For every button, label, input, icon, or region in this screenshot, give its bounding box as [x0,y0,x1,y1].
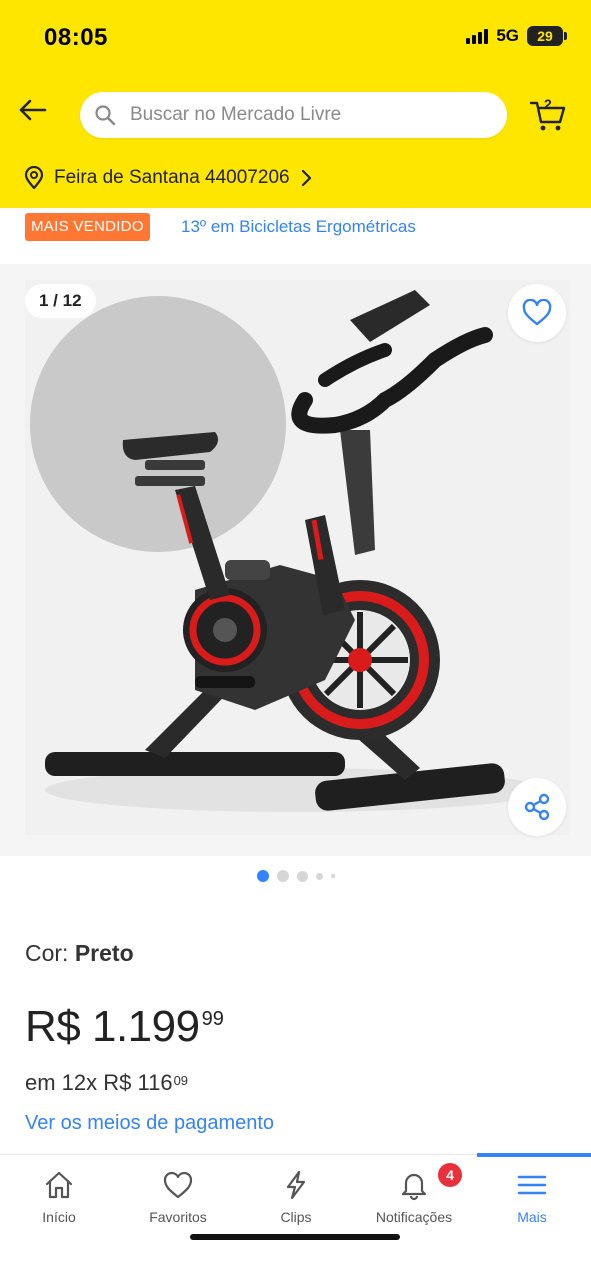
battery-icon: 29 [527,26,567,46]
product-image[interactable] [25,280,570,835]
best-seller-badge: MAIS VENDIDO [25,213,150,241]
bell-icon [401,1173,427,1201]
tab-label: Clips [280,1209,312,1225]
badge-row: MAIS VENDIDO 13º em Bicicletas Ergométri… [0,208,591,264]
tab-label: Favoritos [149,1209,207,1225]
product-gallery[interactable]: 1 / 12 [0,264,591,856]
cart-count: 2 [544,96,552,112]
favorite-button[interactable] [508,284,566,342]
pagination-dot-active[interactable] [256,870,269,882]
home-icon [45,1171,73,1199]
image-counter: 1 / 12 [25,284,96,318]
pagination-dot[interactable] [276,870,289,882]
heart-icon [522,299,552,326]
active-tab-indicator [477,1153,591,1157]
search-input[interactable] [130,104,460,126]
header: 08:05 5G 29 2 [0,0,591,208]
lightning-icon [286,1170,306,1200]
heart-icon [163,1171,193,1199]
status-time: 08:05 [44,24,108,51]
search-icon [95,105,116,126]
color-selector[interactable]: Cor: Preto [25,940,134,967]
price: R$ 1.199 99 [25,1002,224,1052]
location-label: Feira de Santana 44007206 [54,167,290,188]
color-value: Preto [74,940,134,966]
pagination-dot[interactable] [330,874,335,878]
tab-label: Início [42,1209,76,1225]
share-icon [524,793,550,821]
tab-clips[interactable]: Clips [237,1169,355,1225]
back-button[interactable] [14,92,50,128]
ranking-link[interactable]: 13º em Bicicletas Ergométricas [181,217,416,237]
color-label: Cor: [25,940,75,966]
home-indicator[interactable] [190,1234,400,1240]
tab-inicio[interactable]: Início [0,1169,118,1225]
installments: em 12x R$ 116 09 [25,1070,188,1096]
pagination-dot[interactable] [296,870,308,882]
price-main: R$ 1.199 [25,1002,200,1051]
arrow-left-icon [19,99,47,121]
tab-mais[interactable]: Mais [473,1169,591,1225]
status-bar: 08:05 5G 29 [0,0,591,72]
battery-level: 29 [537,28,553,44]
installments-cents: 09 [173,1073,189,1088]
installments-text: em 12x R$ 116 [25,1070,173,1095]
cart-button[interactable]: 2 [528,94,568,134]
tab-label: Mais [517,1209,547,1225]
gallery-pagination [0,866,591,886]
pagination-dot[interactable] [315,872,323,880]
location-pin-icon [24,166,44,190]
share-button[interactable] [508,778,566,836]
tab-label: Notificações [375,1209,453,1225]
bottom-tab-bar: Início Favoritos Clips Notificações 4 Ma… [0,1153,591,1280]
location-selector[interactable]: Feira de Santana 44007206 [24,166,312,190]
price-cents: 99 [201,1008,224,1030]
status-icons: 5G 29 [466,26,567,46]
search-bar[interactable] [80,92,507,138]
payment-methods-link[interactable]: Ver os meios de pagamento [25,1112,274,1135]
notification-count-badge: 4 [436,1161,464,1189]
menu-icon [517,1175,547,1195]
chevron-right-icon [301,169,311,187]
signal-icon [466,28,489,44]
tab-favoritos[interactable]: Favoritos [119,1169,237,1225]
network-type: 5G [496,26,519,45]
